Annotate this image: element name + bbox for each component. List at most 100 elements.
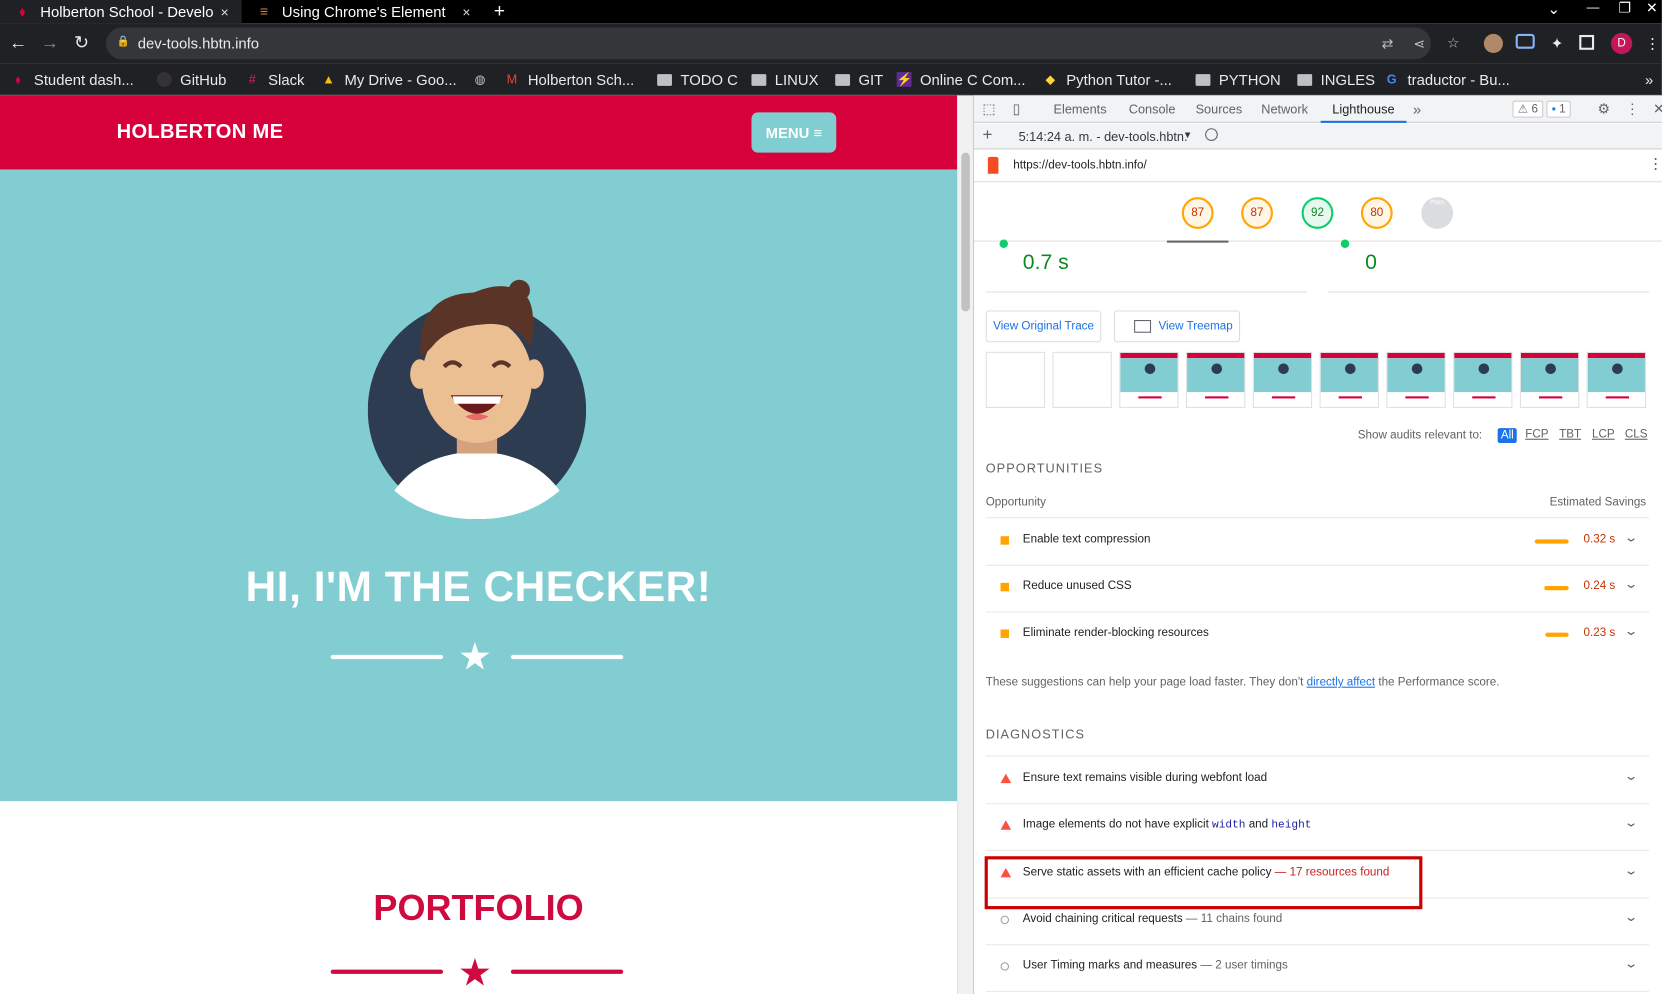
- scrollbar-thumb[interactable]: [961, 152, 970, 312]
- gauge-performance[interactable]: 87: [1181, 197, 1214, 229]
- bookmarks-overflow[interactable]: »: [1645, 68, 1653, 91]
- close-tab-icon[interactable]: ×: [458, 4, 475, 20]
- device-toolbar-icon[interactable]: ▯: [1008, 101, 1025, 118]
- menu-button[interactable]: MENU ≡: [751, 112, 837, 153]
- gauge-pwa[interactable]: PWA: [1421, 197, 1454, 229]
- audit-webfont-load[interactable]: Ensure text remains visible during webfo…: [986, 757, 1649, 804]
- back-arrow-icon[interactable]: ←: [6, 32, 29, 55]
- tab-console[interactable]: Console: [1129, 95, 1176, 123]
- audit-image-dimensions[interactable]: Image elements do not have explicit widt…: [986, 803, 1649, 850]
- tab-search-chevron-icon[interactable]: ⌄: [1547, 0, 1559, 18]
- extension-avatar-icon[interactable]: [1483, 33, 1503, 53]
- messages-badge[interactable]: ▪ 1: [1546, 100, 1571, 118]
- report-url[interactable]: https://dev-tools.hbtn.info/: [1013, 159, 1147, 172]
- filter-fcp[interactable]: FCP: [1525, 428, 1548, 441]
- bookmark-linux[interactable]: LINUX: [751, 68, 818, 91]
- forward-arrow-icon[interactable]: →: [38, 32, 61, 55]
- bookmark-student-dash[interactable]: ⬧ Student dash...: [11, 68, 134, 91]
- settings-gear-icon[interactable]: ⚙: [1595, 101, 1612, 118]
- gauge-seo[interactable]: 80: [1360, 197, 1393, 229]
- chevron-down-icon[interactable]: ⌄: [1624, 863, 1639, 878]
- share-icon[interactable]: ⋖: [1410, 35, 1429, 54]
- directly-affect-link[interactable]: directly affect: [1307, 676, 1375, 689]
- bookmark-online-c[interactable]: ⚡ Online C Com...: [896, 68, 1026, 91]
- more-tabs-icon[interactable]: »: [1413, 95, 1421, 123]
- bookmark-my-drive[interactable]: ▲ My Drive - Goo...: [321, 68, 456, 91]
- new-report-icon[interactable]: +: [983, 126, 993, 145]
- audit-enable-text-compression[interactable]: Enable text compression 0.32 s ⌄: [986, 518, 1649, 565]
- filter-all[interactable]: All: [1497, 428, 1517, 443]
- divider-line-right: [510, 969, 624, 974]
- tab-lighthouse[interactable]: Lighthouse: [1320, 95, 1407, 123]
- chevron-down-icon[interactable]: ⌄: [1624, 623, 1639, 638]
- close-tab-icon[interactable]: ×: [216, 4, 233, 20]
- close-window-button[interactable]: ✕: [1646, 0, 1658, 17]
- tab-sources[interactable]: Sources: [1196, 95, 1243, 123]
- address-url[interactable]: dev-tools.hbtn.info: [138, 35, 259, 52]
- chevron-down-icon[interactable]: ⌄: [1624, 815, 1639, 830]
- filter-cls[interactable]: CLS: [1625, 428, 1648, 441]
- tab-network[interactable]: Network: [1261, 95, 1308, 123]
- filmstrip-frame[interactable]: [1453, 351, 1513, 408]
- filmstrip-frame[interactable]: [1052, 351, 1112, 408]
- bookmark-ingles[interactable]: INGLES: [1297, 68, 1375, 91]
- filter-tbt[interactable]: TBT: [1559, 428, 1581, 441]
- filmstrip-frame[interactable]: [1586, 351, 1647, 408]
- filmstrip-frame[interactable]: [985, 351, 1046, 408]
- minimize-button[interactable]: —: [1587, 0, 1600, 15]
- address-bar[interactable]: 🔒 dev-tools.hbtn.info ⇄ ⋖ ☆: [105, 27, 1459, 60]
- restore-button[interactable]: ❐: [1618, 0, 1630, 17]
- tab-holberton[interactable]: ⬧ Holberton School - Develo ×: [0, 0, 242, 24]
- chevron-down-icon[interactable]: ⌄: [1624, 768, 1639, 783]
- bookmark-github[interactable]: GitHub: [156, 68, 226, 91]
- page-scrollbar[interactable]: [957, 95, 973, 994]
- close-devtools-icon[interactable]: ✕: [1650, 101, 1662, 118]
- bookmark-globe[interactable]: ◍: [473, 68, 496, 91]
- audit-reduce-unused-css[interactable]: Reduce unused CSS 0.24 s ⌄: [986, 565, 1649, 612]
- extensions-puzzle-icon[interactable]: ✦: [1547, 34, 1566, 53]
- gauge-accessibility[interactable]: 87: [1241, 197, 1273, 229]
- view-original-trace-button[interactable]: View Original Trace: [985, 310, 1102, 343]
- filmstrip-frame[interactable]: [1119, 351, 1179, 408]
- screen-capture-icon[interactable]: [1515, 33, 1535, 49]
- site-brand[interactable]: HOLBERTON ME: [117, 121, 284, 144]
- tab-using-chrome[interactable]: ≡ Using Chrome's Element ×: [242, 0, 484, 23]
- new-tab-button[interactable]: +: [494, 0, 505, 21]
- bookmark-slack[interactable]: # Slack: [245, 68, 305, 91]
- bookmark-python[interactable]: PYTHON: [1195, 68, 1281, 91]
- report-menu-icon[interactable]: ⋮: [1648, 155, 1662, 173]
- report-selector[interactable]: 5:14:24 a. m. - dev-tools.hbtn.: [1019, 129, 1188, 144]
- gauge-best-practices[interactable]: 92: [1301, 197, 1334, 229]
- dropdown-arrow-icon[interactable]: ▼: [1183, 129, 1192, 140]
- clear-reports-icon[interactable]: [1205, 128, 1218, 141]
- audit-eliminate-render-blocking[interactable]: Eliminate render-blocking resources 0.23…: [986, 611, 1649, 658]
- bookmark-traductor[interactable]: Gtraductor - Bu...: [1384, 68, 1510, 91]
- inspect-element-icon[interactable]: ⬚: [980, 101, 997, 118]
- chrome-menu-icon[interactable]: ⋮: [1643, 34, 1662, 53]
- filmstrip-frame[interactable]: [1186, 351, 1246, 408]
- audit-user-timings[interactable]: User Timing marks and measures — 2 user …: [986, 944, 1649, 991]
- filmstrip-frame[interactable]: [1319, 351, 1379, 408]
- chevron-down-icon[interactable]: ⌄: [1624, 530, 1639, 545]
- profile-avatar[interactable]: D: [1611, 32, 1633, 55]
- filmstrip-frame[interactable]: [1386, 351, 1446, 408]
- tab-elements[interactable]: Elements: [1054, 95, 1107, 123]
- bookmark-git[interactable]: GIT: [835, 68, 883, 91]
- view-treemap-button[interactable]: View Treemap: [1113, 310, 1241, 343]
- bookmark-holberton-sch[interactable]: M Holberton Sch...: [505, 68, 635, 91]
- filmstrip-frame[interactable]: [1519, 351, 1580, 408]
- chevron-down-icon[interactable]: ⌄: [1624, 909, 1639, 924]
- filmstrip-frame[interactable]: [1252, 351, 1313, 408]
- chevron-down-icon[interactable]: ⌄: [1624, 956, 1639, 971]
- reload-icon[interactable]: ↻: [70, 32, 93, 55]
- warnings-badge[interactable]: ⚠ 6: [1512, 100, 1544, 118]
- devtools-menu-icon[interactable]: ⋮: [1624, 101, 1641, 118]
- chevron-down-icon[interactable]: ⌄: [1624, 576, 1639, 591]
- bookmark-star-icon[interactable]: ☆: [1444, 34, 1463, 53]
- side-panel-icon[interactable]: [1579, 34, 1595, 50]
- bookmark-python-tutor[interactable]: ◆ Python Tutor -...: [1043, 68, 1171, 91]
- bookmark-todo-c[interactable]: TODO C: [657, 68, 738, 91]
- savings-column-header: Estimated Savings: [1549, 495, 1647, 509]
- translate-icon[interactable]: ⇄: [1378, 35, 1397, 54]
- filter-lcp[interactable]: LCP: [1592, 428, 1615, 441]
